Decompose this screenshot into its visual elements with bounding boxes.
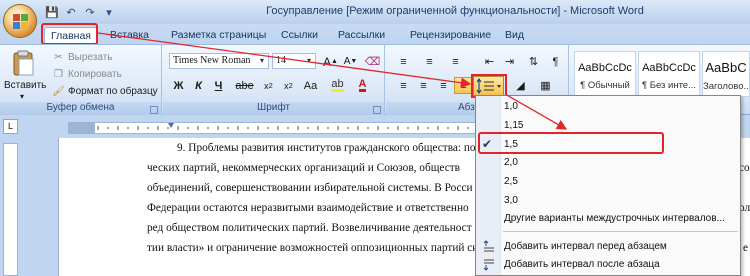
style-normal[interactable]: AaBbCcDc ¶ Обычный (574, 51, 636, 97)
title-bar: 💾 ↶ ↷ ▾ Госуправление [Режим ограниченно… (0, 0, 750, 24)
align-left-icon[interactable]: ≡ (394, 77, 413, 94)
shading-icon[interactable]: ◢ (511, 77, 530, 94)
tab-selector-icon[interactable]: L (3, 119, 18, 134)
ruler-ticks (97, 123, 469, 130)
chevron-down-icon: ▾ (259, 56, 264, 65)
indent-marker-icon (168, 123, 174, 128)
clipboard-group-label: Буфер обмена (0, 102, 161, 115)
font-name-value: Times New Roman (173, 55, 251, 66)
tab-view[interactable]: Вид (505, 27, 524, 44)
subscript-button[interactable]: x2 (259, 77, 278, 94)
home-tab-highlight (41, 23, 98, 45)
scissors-icon: ✂ (54, 52, 63, 63)
menu-item-3-0[interactable]: 3,0 (504, 194, 518, 208)
vertical-ruler[interactable] (3, 143, 18, 276)
style-name: Заголово... (703, 81, 749, 92)
document-line: объединений, совершенствовании избирател… (147, 182, 473, 194)
show-marks-icon[interactable]: ¶ (546, 53, 565, 70)
style-no-spacing[interactable]: AaBbCcDc ¶ Без инте... (638, 51, 700, 97)
cut-label: Вырезать (68, 52, 113, 63)
document-line: ред обществом политических партий. Возве… (147, 222, 472, 234)
paste-button[interactable] (8, 50, 38, 78)
align-center-icon[interactable]: ≡ (414, 77, 433, 94)
bullets-icon[interactable]: ≡ (394, 53, 413, 70)
menu-item-1-15[interactable]: 1,15 (504, 119, 523, 133)
align-right-icon[interactable]: ≡ (434, 77, 453, 94)
sort-icon[interactable]: ⇅ (524, 53, 543, 70)
highlight-color-icon[interactable]: ab (328, 77, 347, 94)
font-group: Times New Roman ▾ 14 ▾ A ▲ A ▼ ⌫ Ж К Ч abe… (163, 45, 385, 116)
copy-button[interactable]: ❐ Копировать (52, 67, 122, 82)
font-size-combo[interactable]: 14 ▾ (272, 53, 316, 69)
menu-item-2-5[interactable]: 2,5 (504, 175, 518, 189)
style-sample: AaBbCcDc (578, 62, 632, 74)
format-painter-button[interactable]: 🖌 Формат по образцу (52, 84, 158, 99)
strikethrough-button[interactable]: abe (235, 77, 254, 94)
font-name-combo[interactable]: Times New Roman ▾ (169, 53, 269, 69)
copy-icon: ❐ (54, 69, 63, 80)
font-color-icon[interactable]: A (353, 77, 372, 94)
line-spacing-menu: 1,0 1,15 ✔ 1,5 2,0 2,5 3,0 Другие вариан… (475, 95, 741, 276)
tab-insert[interactable]: Вставка (110, 27, 149, 44)
style-heading[interactable]: AaBbC Заголово... (702, 51, 750, 97)
clipboard-launcher-icon[interactable] (150, 106, 158, 114)
grow-font-button[interactable]: A ▲ (321, 53, 340, 70)
window-title: Госуправление [Режим ограниченной функци… (266, 5, 644, 17)
shrink-font-button[interactable]: A ▼ (341, 53, 360, 70)
cut-button[interactable]: ✂ Вырезать (52, 50, 112, 65)
tab-page-layout[interactable]: Разметка страницы (171, 27, 266, 44)
document-line: 9. Проблемы развития институтов гражданс… (177, 142, 476, 154)
menu-item-add-before[interactable]: Добавить интервал перед абзацем (504, 240, 667, 254)
paste-label[interactable]: Вставить (4, 80, 46, 91)
bold-button[interactable]: Ж (169, 77, 188, 94)
document-line: Федерации остаются неразвитыми взаимодей… (147, 202, 469, 214)
font-launcher-icon[interactable] (373, 106, 381, 114)
document-line: тии власти» и ограничение возможностей о… (147, 242, 485, 254)
copy-label: Копировать (68, 69, 122, 80)
tab-review[interactable]: Рецензирование (410, 27, 491, 44)
font-group-label: Шрифт (163, 102, 384, 115)
font-size-value: 14 (276, 55, 286, 66)
italic-button[interactable]: К (189, 77, 208, 94)
style-sample: AaBbC (705, 60, 747, 75)
underline-button[interactable]: Ч (209, 77, 228, 94)
menu-item-add-after[interactable]: Добавить интервал после абзаца (504, 258, 660, 272)
space-before-icon (483, 240, 494, 252)
paste-dropdown-icon[interactable]: ▾ (20, 92, 24, 101)
office-logo-icon (13, 14, 28, 29)
chevron-down-icon: ▾ (306, 56, 311, 65)
menu-item-1-0[interactable]: 1,0 (504, 100, 518, 114)
tab-references[interactable]: Ссылки (281, 27, 318, 44)
paste-icon (13, 50, 34, 76)
document-line-fragment: е (743, 242, 749, 254)
borders-icon[interactable]: ▦ (536, 77, 555, 94)
document-line: ческих партий, некоммерческих организаци… (147, 162, 460, 174)
style-sample: AaBbCcDc (642, 62, 696, 74)
format-painter-label: Формат по образцу (68, 86, 158, 97)
format-painter-icon: 🖌 (52, 86, 65, 97)
ribbon-tabs: Главная Вставка Разметка страницы Ссылки… (0, 24, 750, 44)
style-name: ¶ Обычный (580, 80, 630, 91)
superscript-button[interactable]: x2 (279, 77, 298, 94)
menu-item-more-options[interactable]: Другие варианты междустрочных интервалов… (504, 212, 725, 226)
increase-indent-icon[interactable]: ⇥ (500, 53, 519, 70)
multilevel-list-icon[interactable]: ≡ (446, 53, 465, 70)
space-after-icon (483, 259, 494, 271)
numbering-icon[interactable]: ≡ (420, 53, 439, 70)
menu-separator (503, 231, 738, 232)
office-button[interactable] (3, 4, 37, 38)
change-case-button[interactable]: Aa (301, 77, 320, 94)
selected-option-highlight (478, 132, 664, 154)
horizontal-ruler[interactable] (68, 122, 478, 134)
tab-mailings[interactable]: Рассылки (338, 27, 385, 44)
clear-format-icon[interactable]: ⌫ (363, 53, 382, 70)
decrease-indent-icon[interactable]: ⇤ (480, 53, 499, 70)
clipboard-group: Вставить ▾ ✂ Вырезать ❐ Копировать 🖌 Фор… (0, 45, 162, 116)
style-name: ¶ Без инте... (641, 80, 697, 91)
menu-item-2-0[interactable]: 2,0 (504, 156, 518, 170)
